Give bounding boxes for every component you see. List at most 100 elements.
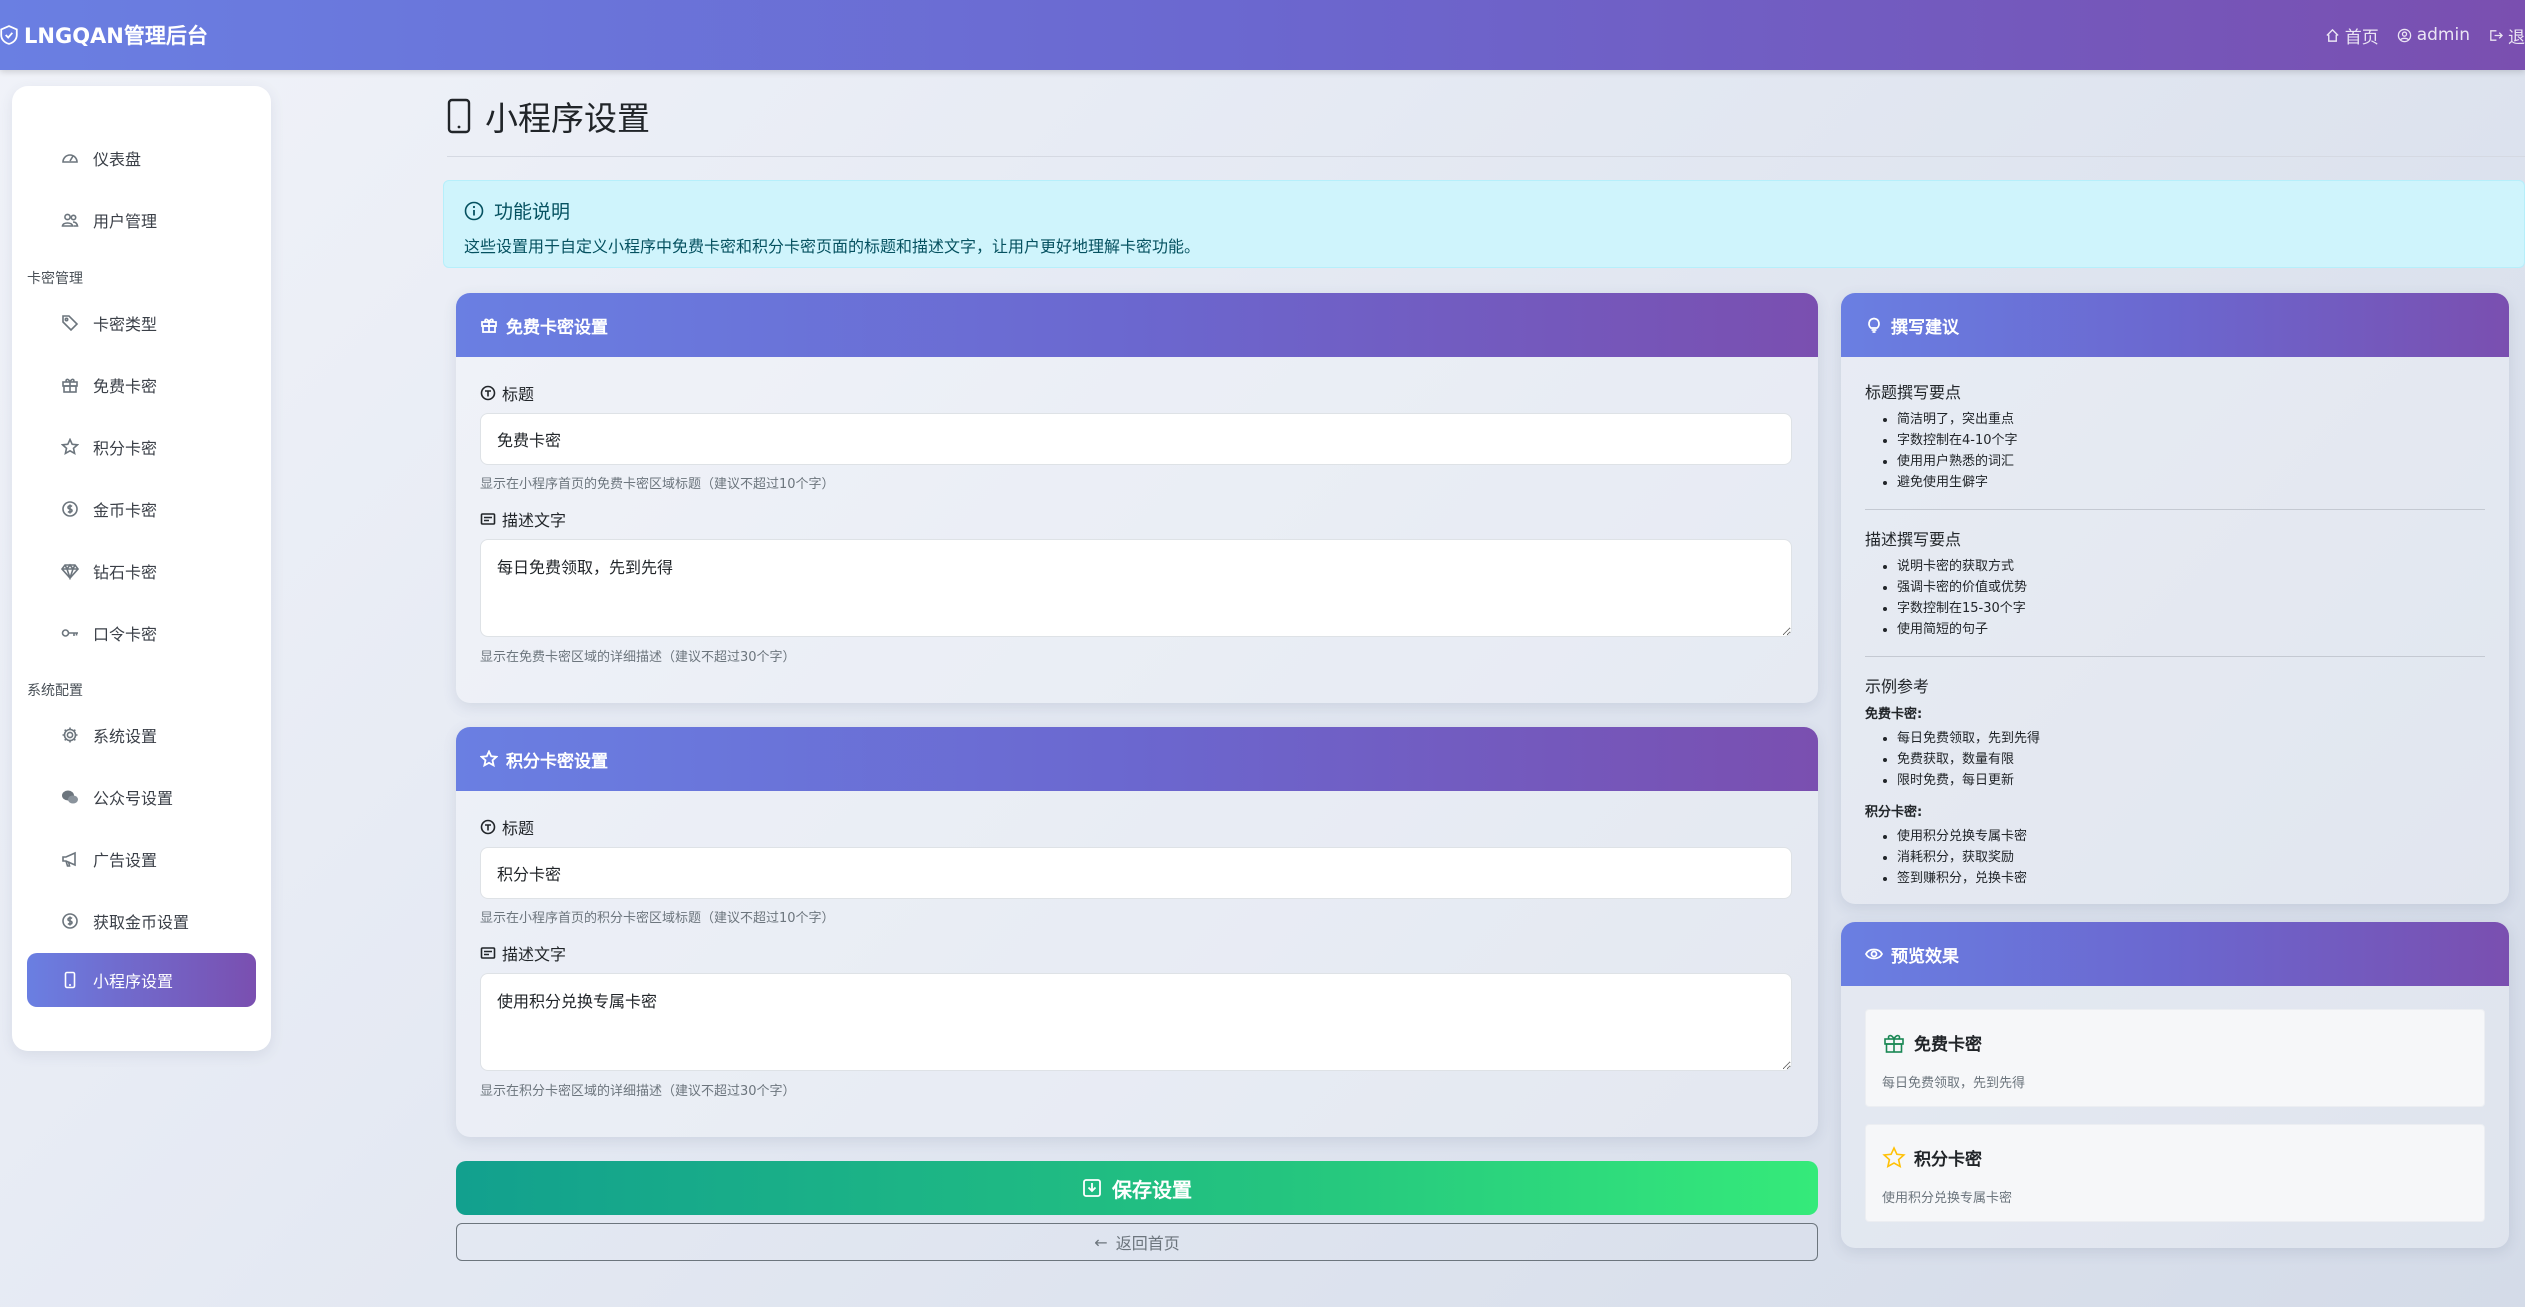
sidebar-item-label: 积分卡密 [93, 439, 158, 458]
preview-free-title-text: 免费卡密 [1914, 1035, 1982, 1055]
sidebar-item-ad-settings[interactable]: 广告设置 [27, 832, 256, 886]
nav-home-label: 首页 [2344, 27, 2379, 48]
preview-points-desc: 使用积分兑换专属卡密 [1882, 1191, 2013, 1206]
type-icon [480, 385, 496, 401]
free-desc-label: 描述文字 [480, 507, 566, 531]
gem-icon [61, 563, 79, 580]
list-item: 使用用户熟悉的词汇 [1897, 451, 2485, 472]
tips-desc-section: 描述撰写要点 [1865, 530, 1962, 549]
navbar-links: 首页 admin 退 [2325, 0, 2525, 70]
sidebar-section-card-management: 卡密管理 [27, 271, 83, 287]
sidebar-item-label: 公众号设置 [93, 789, 174, 808]
points-desc-label: 描述文字 [480, 941, 566, 965]
list-item: 避免使用生僻字 [1897, 472, 2485, 493]
free-card-settings: 免费卡密设置 标题 显示在小程序首页的免费卡密区域标题（建议不超过10个字） 描… [456, 293, 1818, 703]
free-title-help: 显示在小程序首页的免费卡密区域标题（建议不超过10个字） [480, 477, 835, 492]
points-desc-textarea[interactable]: 使用积分兑换专属卡密 [480, 973, 1792, 1071]
save-settings-button[interactable]: 保存设置 [456, 1161, 1818, 1215]
sidebar-item-gold-settings[interactable]: 获取金币设置 [27, 894, 256, 948]
shield-check-icon [0, 25, 18, 45]
sidebar-item-diamond-cards[interactable]: 钻石卡密 [27, 544, 256, 598]
card-header-title: 免费卡密设置 [506, 317, 608, 338]
label-text: 描述文字 [502, 511, 567, 530]
logout-icon [2490, 29, 2503, 41]
sidebar-item-label: 卡密类型 [93, 315, 158, 334]
page-title: 小程序设置 [447, 92, 650, 140]
card-text-icon [480, 513, 496, 525]
title-divider [447, 156, 2525, 157]
gear-icon [62, 727, 78, 743]
list-item: 简洁明了，突出重点 [1897, 409, 2485, 430]
megaphone-icon [62, 851, 76, 867]
free-desc-help: 显示在免费卡密区域的详细描述（建议不超过30个字） [480, 650, 796, 665]
arrow-left-icon: ← [1094, 1232, 1108, 1252]
back-home-button[interactable]: ← 返回首页 [456, 1223, 1818, 1261]
sidebar-section-system-config: 系统配置 [27, 683, 83, 699]
list-item: 签到赚积分，兑换卡密 [1897, 868, 2485, 889]
free-desc-textarea[interactable]: 每日免费领取，先到先得 [480, 539, 1792, 637]
divider [1865, 509, 2485, 510]
card-text-icon [480, 947, 496, 959]
nav-logout-link[interactable]: 退 [2488, 23, 2525, 48]
sidebar-item-free-cards[interactable]: 免费卡密 [27, 358, 256, 412]
card-header-title: 预览效果 [1891, 946, 1959, 967]
nav-logout-label: 退 [2508, 27, 2525, 48]
coin-icon [62, 913, 78, 929]
eye-icon [1865, 948, 1883, 960]
gauge-icon [62, 154, 78, 163]
list-item: 使用简短的句子 [1897, 619, 2485, 640]
gift-icon [1884, 1034, 1904, 1053]
tips-points-examples: 使用积分兑换专属卡密 消耗积分，获取奖励 签到赚积分，兑换卡密 [1865, 826, 2485, 889]
free-title-input[interactable] [480, 413, 1792, 465]
tips-title-points: 简洁明了，突出重点 字数控制在4-10个字 使用用户熟悉的词汇 避免使用生僻字 [1865, 409, 2485, 493]
phone-icon [64, 971, 76, 989]
sidebar-item-label: 小程序设置 [93, 972, 174, 991]
points-title-help: 显示在小程序首页的积分卡密区域标题（建议不超过10个字） [480, 911, 835, 926]
card-header-title: 积分卡密设置 [506, 751, 608, 772]
top-navbar: LNGQAN管理后台 首页 admin 退 [0, 0, 2525, 70]
sidebar-item-gold-cards[interactable]: 金币卡密 [27, 482, 256, 536]
tips-desc-points: 说明卡密的获取方式 强调卡密的价值或优势 字数控制在15-30个字 使用简短的句… [1865, 556, 2485, 640]
points-title-input[interactable] [480, 847, 1792, 899]
sidebar-item-label: 钻石卡密 [93, 563, 158, 582]
house-icon [2326, 28, 2339, 42]
brand-title: LNGQAN管理后台 [24, 24, 208, 48]
sidebar-item-dashboard[interactable]: 仪表盘 [27, 131, 256, 185]
sidebar: 仪表盘 用户管理 卡密管理 卡密类型 免费卡密 积分卡密 金币卡密 钻石卡密 口… [12, 86, 271, 1051]
preview-free-desc: 每日免费领取，先到先得 [1882, 1076, 2026, 1091]
star-icon [480, 750, 498, 768]
label-text: 描述文字 [502, 945, 567, 964]
sidebar-item-miniprogram-settings[interactable]: 小程序设置 [27, 953, 256, 1007]
coin-icon [62, 501, 78, 517]
tips-points-label: 积分卡密: [1865, 805, 1923, 820]
list-item: 每日免费领取，先到先得 [1897, 728, 2485, 749]
back-button-label: 返回首页 [1115, 1234, 1180, 1253]
sidebar-item-points-cards[interactable]: 积分卡密 [27, 420, 256, 474]
nav-home-link[interactable]: 首页 [2325, 23, 2379, 48]
sidebar-item-label: 用户管理 [93, 212, 158, 231]
preview-points-title-text: 积分卡密 [1914, 1150, 1982, 1170]
preview-free-box: 免费卡密 每日免费领取，先到先得 [1865, 1009, 2485, 1107]
writing-tips-card: 撰写建议 标题撰写要点 简洁明了，突出重点 字数控制在4-10个字 使用用户熟悉… [1841, 293, 2509, 904]
sidebar-item-users[interactable]: 用户管理 [27, 193, 256, 247]
list-item: 使用积分兑换专属卡密 [1897, 826, 2485, 847]
free-title-label: 标题 [480, 381, 534, 405]
info-text: 这些设置用于自定义小程序中免费卡密和积分卡密页面的标题和描述文字，让用户更好地理… [464, 237, 1201, 256]
sidebar-item-password-cards[interactable]: 口令卡密 [27, 606, 256, 660]
tips-title-section: 标题撰写要点 [1865, 383, 1962, 402]
label-text: 标题 [502, 819, 535, 838]
nav-user-link[interactable]: admin [2397, 25, 2470, 45]
brand[interactable]: LNGQAN管理后台 [0, 0, 208, 70]
sidebar-item-label: 系统设置 [93, 727, 158, 746]
sidebar-item-wechat-settings[interactable]: 公众号设置 [27, 770, 256, 824]
wechat-icon [62, 790, 78, 804]
info-heading: 功能说明 [464, 197, 570, 224]
list-item: 字数控制在15-30个字 [1897, 598, 2485, 619]
star-icon [1882, 1145, 1906, 1168]
sidebar-item-card-types[interactable]: 卡密类型 [27, 296, 256, 350]
sidebar-item-label: 广告设置 [93, 851, 158, 870]
sidebar-item-system-settings[interactable]: 系统设置 [27, 708, 256, 762]
sidebar-item-label: 金币卡密 [93, 501, 158, 520]
card-header: 撰写建议 [1841, 293, 2509, 357]
sidebar-item-label: 仪表盘 [93, 150, 142, 169]
